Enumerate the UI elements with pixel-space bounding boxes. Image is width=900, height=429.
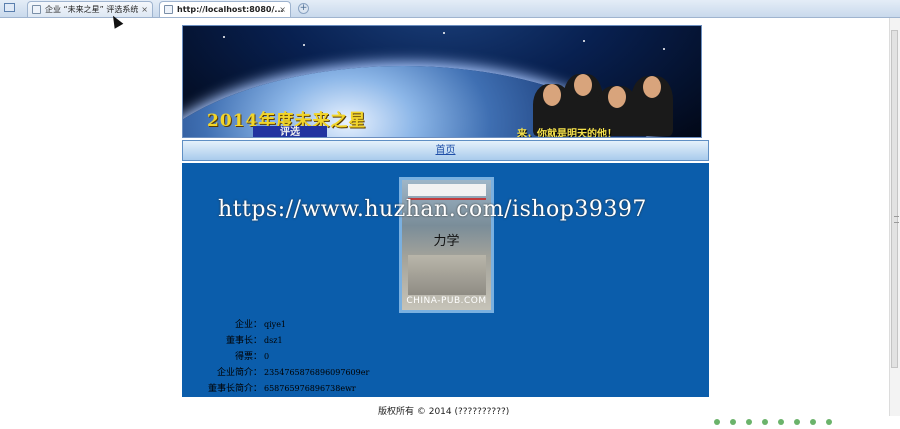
scrollbar-grip-icon (894, 216, 899, 223)
book-header-strip (408, 184, 486, 196)
info-row-chairman-intro: 董事长简介： 658765976896738ewr (182, 381, 482, 397)
vertical-scrollbar[interactable] (889, 18, 900, 416)
book-caption: CHINA-PUB.COM (406, 296, 487, 306)
banner-subtitle: 评选 (253, 126, 327, 137)
close-icon[interactable]: × (141, 2, 148, 17)
nav-bar: 首页 (182, 140, 709, 161)
browser-tab-bar: 企业 “未来之星” 评选系统 × http://localhost:8080/.… (0, 0, 900, 18)
tab-label: http://localhost:8080/... (177, 5, 284, 14)
new-tab-icon[interactable]: + (298, 3, 309, 14)
info-label: 得票： (234, 352, 262, 362)
nav-home-link[interactable]: 首页 (436, 145, 456, 156)
info-row-company-intro: 企业简介： 23547658768960976​09er (182, 365, 482, 381)
info-row-company: 企业： qiye1 (182, 317, 482, 333)
info-value: dsz1 (264, 336, 283, 345)
info-label: 董事长简介： (207, 384, 262, 394)
info-value: 0 (264, 352, 270, 361)
info-label: 企业： (234, 320, 262, 330)
tab-evaluation-system[interactable]: 企业 “未来之星” 评选系统 × (27, 1, 153, 17)
tab-localhost[interactable]: http://localhost:8080/... × (159, 1, 291, 17)
page-icon (164, 5, 173, 14)
info-value: qiye1 (264, 320, 287, 329)
close-icon[interactable]: × (279, 2, 286, 17)
banner-slogan: 来，你就是明天的他！ (517, 129, 617, 138)
info-row-chairman: 董事长： dsz1 (182, 333, 482, 349)
page-icon (32, 5, 41, 14)
info-value: 23547658768960976​09er (264, 368, 370, 377)
company-info: 企业： qiye1 董事长： dsz1 得票： 0 企业简介： 23547658… (182, 317, 482, 397)
watermark-url: https://www.huzhan.com/ishop39397 (218, 197, 647, 222)
book-title: 力学 (433, 234, 460, 249)
info-value: 658765976896738ewr (264, 384, 356, 393)
book-photo (408, 255, 486, 295)
main-content: 力学 CHINA-PUB.COM https://www.huzhan.com/… (182, 163, 709, 397)
header-banner: 2014年度未来之星 评选 来，你就是明天的他！ (182, 25, 702, 138)
window-menu-icon[interactable] (4, 3, 15, 12)
page-wrapper: 2014年度未来之星 评选 来，你就是明天的他！ 首页 力学 CHINA-PUB… (182, 25, 710, 416)
page-footer: 版权所有 © 2014 (??????????) (378, 407, 510, 417)
info-label: 董事长： (225, 336, 262, 346)
info-row-votes: 得票： 0 (182, 349, 482, 365)
tab-label: 企业 “未来之星” 评选系统 (45, 5, 139, 14)
scrollbar-thumb[interactable] (891, 30, 899, 368)
info-label: 企业简介： (216, 368, 262, 378)
taskbar-status-icons (714, 410, 874, 425)
